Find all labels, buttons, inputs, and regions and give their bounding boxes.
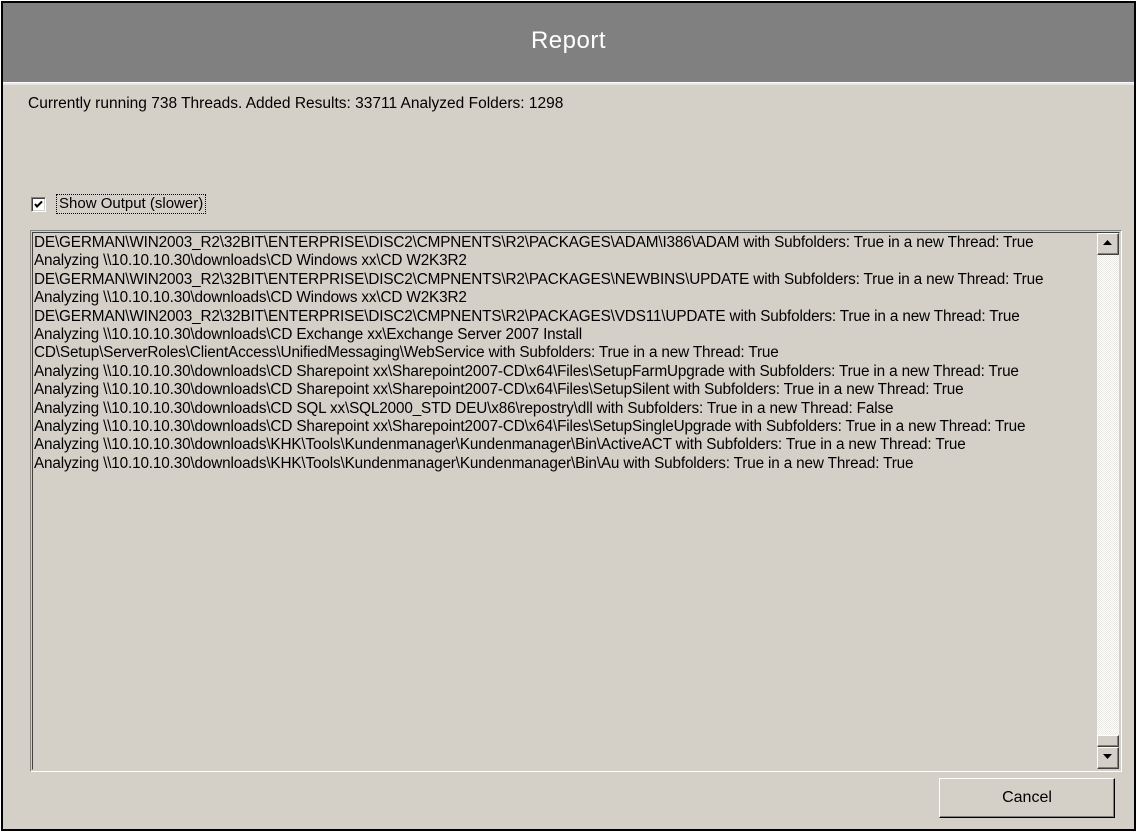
- arrow-down-icon: [1103, 754, 1112, 759]
- scroll-thumb[interactable]: [1097, 735, 1119, 747]
- dialog-title: Report: [530, 27, 607, 54]
- log-line: Analyzing \\10.10.10.30\downloads\CD SQL…: [34, 399, 894, 417]
- scroll-up-button[interactable]: [1097, 233, 1119, 255]
- log-line: Analyzing \\10.10.10.30\downloads\KHK\To…: [34, 454, 914, 472]
- output-log-text[interactable]: DE\GERMAN\WIN2003_R2\32BIT\ENTERPRISE\DI…: [34, 234, 1094, 769]
- report-dialog: Report Currently running 738 Threads. Ad…: [1, 1, 1136, 831]
- log-line: Analyzing \\10.10.10.30\downloads\CD Sha…: [34, 362, 1019, 380]
- title-bar[interactable]: Report: [3, 3, 1134, 85]
- status-text: Currently running 738 Threads. Added Res…: [28, 95, 564, 112]
- checkmark-icon: [34, 200, 43, 208]
- arrow-up-icon: [1103, 240, 1112, 245]
- vertical-scrollbar[interactable]: [1097, 233, 1119, 769]
- log-line: DE\GERMAN\WIN2003_R2\32BIT\ENTERPRISE\DI…: [34, 307, 1020, 325]
- log-line: Analyzing \\10.10.10.30\downloads\CD Win…: [34, 252, 467, 270]
- log-line: Analyzing \\10.10.10.30\downloads\CD Sha…: [34, 381, 964, 399]
- show-output-checkbox[interactable]: [31, 196, 46, 212]
- output-log-panel[interactable]: DE\GERMAN\WIN2003_R2\32BIT\ENTERPRISE\DI…: [30, 230, 1122, 772]
- scroll-down-button[interactable]: [1097, 747, 1119, 769]
- log-line: DE\GERMAN\WIN2003_R2\32BIT\ENTERPRISE\DI…: [34, 234, 1034, 251]
- log-line: Analyzing \\10.10.10.30\downloads\CD Win…: [34, 289, 467, 307]
- cancel-button[interactable]: Cancel: [939, 778, 1115, 818]
- show-output-row[interactable]: Show Output (slower): [31, 194, 207, 214]
- log-line: Analyzing \\10.10.10.30\downloads\CD Exc…: [34, 326, 582, 344]
- log-line: Analyzing \\10.10.10.30\downloads\KHK\To…: [34, 436, 966, 454]
- show-output-label[interactable]: Show Output (slower): [56, 194, 207, 214]
- log-line: CD\Setup\ServerRoles\ClientAccess\Unifie…: [34, 344, 779, 362]
- log-line: Analyzing \\10.10.10.30\downloads\CD Sha…: [34, 418, 1026, 436]
- log-line: DE\GERMAN\WIN2003_R2\32BIT\ENTERPRISE\DI…: [34, 270, 1044, 288]
